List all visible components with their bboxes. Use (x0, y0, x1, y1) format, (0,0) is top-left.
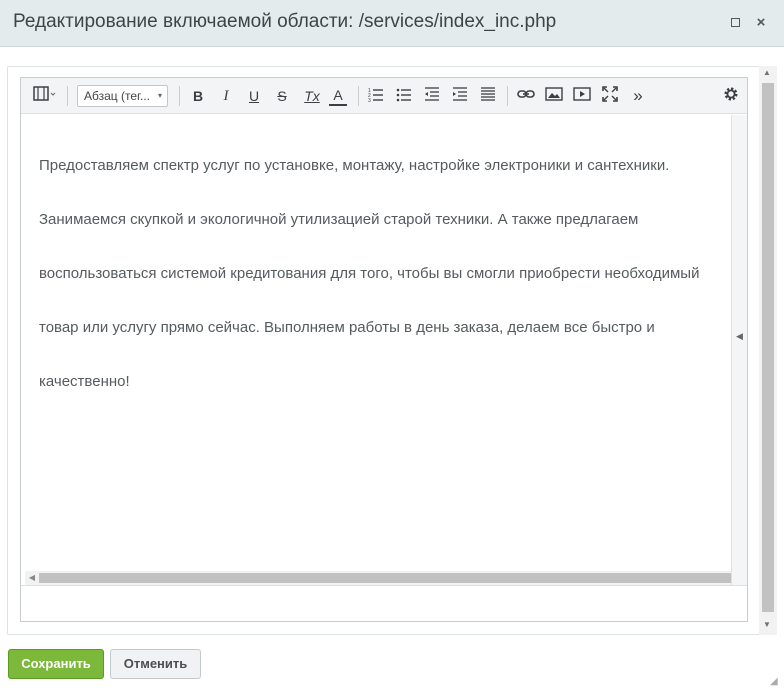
link-icon (517, 90, 535, 98)
maximize-icon (730, 18, 740, 27)
toolbar-separator (507, 86, 508, 106)
horizontal-scrollbar[interactable]: ◀ (25, 571, 731, 585)
text-line: Предоставляем спектр услуг по установке,… (39, 157, 670, 174)
close-button[interactable]: × (752, 14, 770, 32)
vertical-scrollbar[interactable]: ▲ ▼ (759, 66, 777, 635)
font-color-button[interactable]: A (329, 86, 347, 106)
align-button[interactable] (479, 86, 497, 106)
cancel-button[interactable]: Отменить (110, 649, 201, 679)
settings-button[interactable] (721, 86, 741, 106)
strikethrough-button[interactable]: S (273, 86, 291, 106)
horizontal-scrollbar-thumb[interactable] (39, 573, 731, 583)
link-button[interactable] (516, 86, 536, 106)
text-line: товар или услугу прямо сейчас. Выполняем… (39, 319, 655, 336)
text-line: воспользоваться системой кредитования дл… (39, 265, 700, 282)
toolbar-separator (179, 86, 180, 106)
vertical-scrollbar-thumb[interactable] (762, 83, 774, 612)
editor-toolbar: Абзац (тег... ▾ B I U S Tx A 123 » (21, 78, 747, 114)
triangle-left-icon: ◀ (736, 331, 743, 341)
outdent-icon (425, 87, 439, 101)
more-icon: » (633, 86, 643, 105)
more-button[interactable]: » (629, 86, 647, 106)
dialog-content: Абзац (тег... ▾ B I U S Tx A 123 » Предо… (7, 66, 777, 635)
svg-text:3: 3 (368, 98, 371, 102)
indent-button[interactable] (451, 86, 469, 106)
view-mode-button[interactable] (31, 86, 59, 106)
html-editor: Абзац (тег... ▾ B I U S Tx A 123 » Предо… (20, 77, 748, 622)
include-area-edit-dialog: Редактирование включаемой области: /serv… (0, 0, 784, 689)
image-button[interactable] (544, 86, 564, 106)
video-icon (573, 87, 591, 101)
fullscreen-icon (602, 86, 618, 102)
scroll-up-icon[interactable]: ▲ (763, 68, 771, 77)
resize-grip-icon[interactable]: ◢ (770, 677, 780, 687)
dialog-title-bar[interactable]: Редактирование включаемой области: /serv… (0, 0, 784, 47)
image-icon (545, 87, 563, 101)
editor-content[interactable]: Предоставляем спектр услуг по установке,… (21, 115, 732, 570)
video-button[interactable] (572, 86, 592, 106)
fullscreen-button[interactable] (600, 86, 620, 106)
indent-icon (453, 87, 467, 101)
dialog-title: Редактирование включаемой области: /serv… (13, 11, 557, 32)
text-line: Занимаемся скупкой и экологичной утилиза… (39, 211, 639, 228)
code-view-icon (33, 86, 56, 101)
underline-button[interactable]: U (245, 86, 263, 106)
bold-button[interactable]: B (189, 86, 207, 106)
settings-icon (724, 87, 738, 101)
side-panel-toggle[interactable]: ◀ (731, 115, 747, 585)
text-line: качественно! (39, 373, 130, 390)
ordered-list-button[interactable]: 123 (367, 86, 385, 106)
bullet-list-button[interactable] (395, 86, 413, 106)
scroll-left-icon[interactable]: ◀ (27, 571, 37, 585)
toolbar-separator (67, 86, 68, 106)
save-button[interactable]: Сохранить (8, 649, 104, 679)
align-icon (481, 87, 495, 101)
scroll-down-icon[interactable]: ▼ (763, 620, 771, 629)
format-select-value: Абзац (тег... (84, 89, 150, 103)
maximize-button[interactable] (726, 14, 744, 32)
chevron-down-icon: ▾ (157, 91, 162, 100)
bullet-list-icon (396, 88, 411, 102)
ordered-list-icon: 123 (368, 88, 383, 104)
remove-format-button[interactable]: Tx (301, 86, 323, 106)
toolbar-separator (358, 86, 359, 106)
paragraph-format-select[interactable]: Абзац (тег... ▾ (77, 85, 168, 107)
outdent-button[interactable] (423, 86, 441, 106)
editor-footer (21, 585, 747, 621)
italic-button[interactable]: I (217, 86, 235, 106)
